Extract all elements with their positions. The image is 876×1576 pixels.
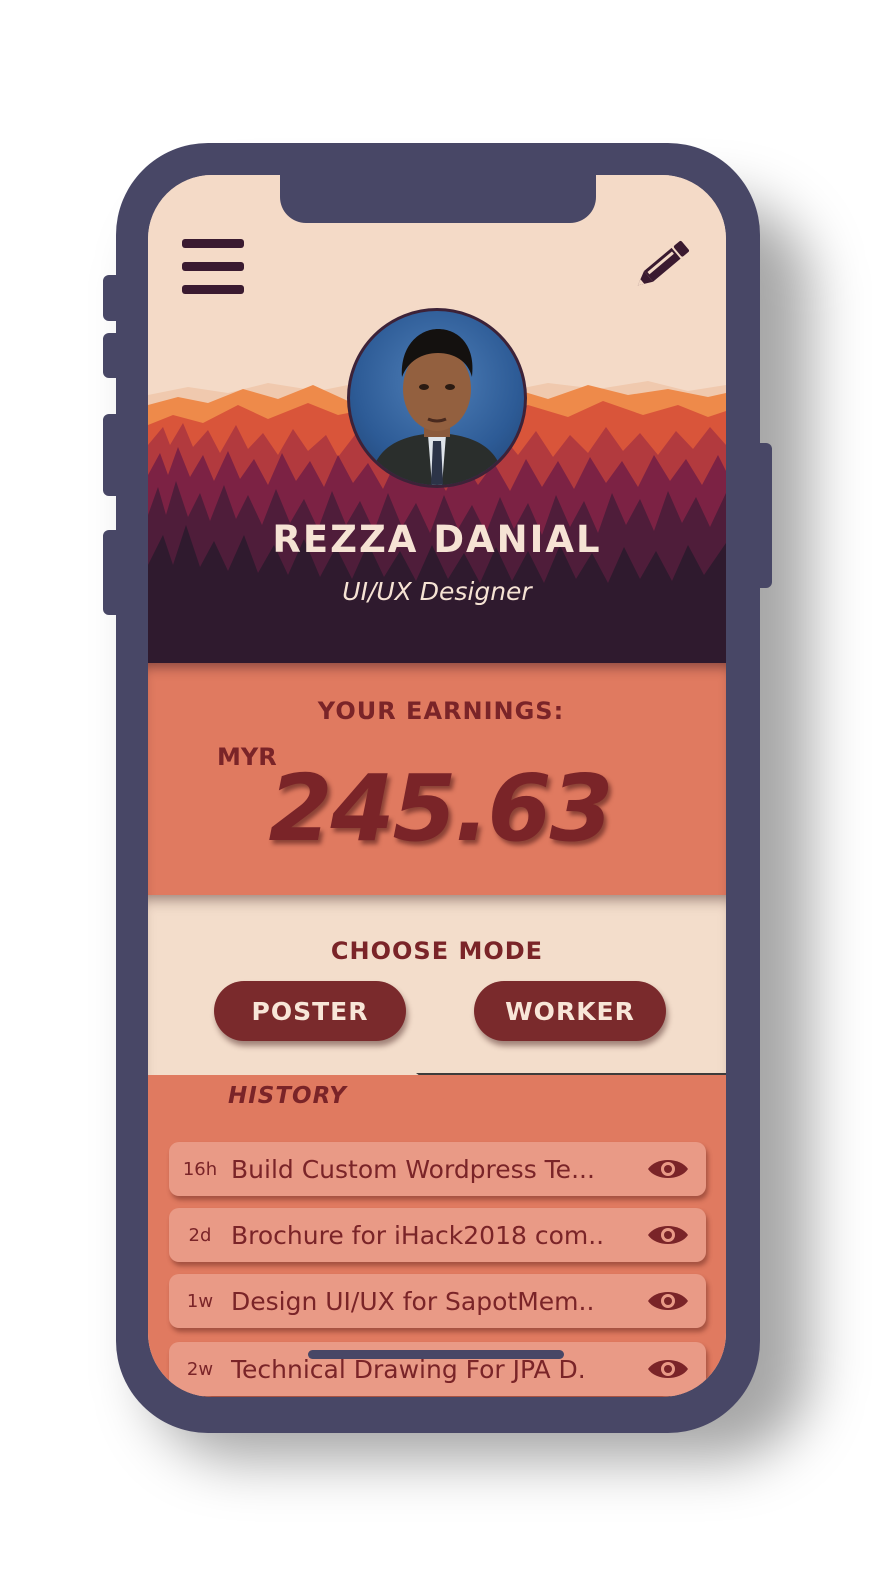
history-item[interactable]: 2d Brochure for iHack2018 com..: [169, 1208, 706, 1262]
history-item-title: Brochure for iHack2018 com..: [231, 1220, 605, 1250]
profile-header: REZZA DANIAL UI/UX Designer: [148, 175, 726, 665]
avatar-portrait-illustration: [370, 329, 504, 485]
history-item-title: Design UI/UX for SapotMem..: [231, 1286, 595, 1316]
history-item-time: 2w: [186, 1358, 214, 1380]
profile-name: REZZA DANIAL: [272, 518, 602, 561]
profile-role: UI/UX Designer: [342, 577, 532, 606]
menu-icon[interactable]: [182, 239, 246, 295]
earnings-amount: 245.63: [268, 755, 613, 862]
menu-line: [182, 239, 244, 248]
menu-line: [182, 262, 244, 271]
history-item-title: Build Custom Wordpress Te...: [231, 1154, 595, 1184]
mode-panel: CHOOSE MODE POSTER WORKER: [148, 895, 726, 1085]
history-item[interactable]: 16h Build Custom Wordpress Te...: [169, 1142, 706, 1196]
history-item-time: 2d: [188, 1224, 212, 1246]
menu-line: [182, 285, 244, 294]
home-indicator[interactable]: [308, 1350, 564, 1359]
history-item-time: 1w: [186, 1290, 214, 1312]
eye-icon[interactable]: [646, 1355, 690, 1383]
mode-title: CHOOSE MODE: [330, 937, 544, 965]
avatar: [347, 308, 527, 488]
history-title: HISTORY: [228, 1083, 347, 1109]
phone-screen: REZZA DANIAL UI/UX Designer YOUR EARNING…: [148, 175, 726, 1397]
history-item-time: 16h: [182, 1158, 218, 1180]
earnings-panel: YOUR EARNINGS: MYR 245.63: [148, 663, 726, 895]
earnings-label: YOUR EARNINGS:: [317, 697, 565, 725]
phone-notch: [280, 175, 596, 223]
history-item[interactable]: 1w Design UI/UX for SapotMem..: [169, 1274, 706, 1328]
eye-icon[interactable]: [646, 1287, 690, 1315]
eye-icon[interactable]: [646, 1155, 690, 1183]
poster-mode-button[interactable]: POSTER: [214, 981, 406, 1041]
eye-icon[interactable]: [646, 1221, 690, 1249]
pencil-icon[interactable]: [636, 233, 696, 293]
worker-mode-button[interactable]: WORKER: [474, 981, 666, 1041]
